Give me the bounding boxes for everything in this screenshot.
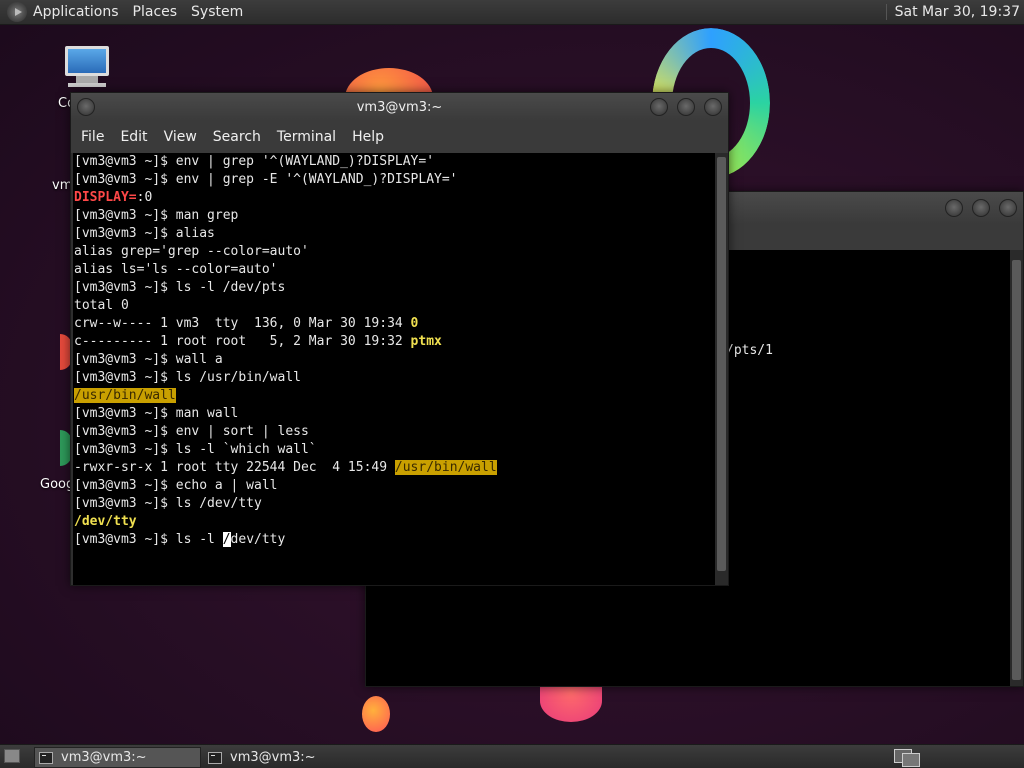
terminal-line: [vm3@vm3 ~]$ ls -l `which wall` bbox=[74, 441, 715, 459]
workspace-switcher[interactable] bbox=[894, 747, 926, 767]
terminal-line: -rwxr-sr-x 1 root tty 22544 Dec 4 15:49 … bbox=[74, 459, 715, 477]
terminal-line: [vm3@vm3 ~]$ wall a bbox=[74, 351, 715, 369]
terminal-text: c--------- 1 root root 5, 2 Mar 30 19:32 bbox=[74, 334, 411, 349]
terminal-icon bbox=[39, 751, 53, 764]
terminal-text: [vm3@vm3 ~]$ ls -l `which wall` bbox=[74, 442, 317, 457]
terminal-text: total 0 bbox=[74, 298, 129, 313]
terminal-text: ptmx bbox=[410, 334, 442, 349]
terminal-line: alias grep='grep --color=auto' bbox=[74, 243, 715, 261]
terminal-text: [vm3@vm3 ~]$ env | sort | less bbox=[74, 424, 309, 439]
applications-menu[interactable]: Applications bbox=[33, 4, 119, 20]
close-button[interactable] bbox=[999, 199, 1017, 217]
terminal-text: -rwxr-sr-x 1 root tty 22544 Dec 4 15:49 bbox=[74, 460, 395, 475]
terminal-icon bbox=[208, 751, 222, 764]
main-terminal-window[interactable]: vm3@vm3:~ File Edit View Search Terminal… bbox=[70, 92, 729, 586]
terminal-line: alias ls='ls --color=auto' bbox=[74, 261, 715, 279]
terminal-text: [vm3@vm3 ~]$ echo a | wall bbox=[74, 478, 278, 493]
top-panel: Applications Places System Sat Mar 30, 1… bbox=[0, 0, 1024, 25]
terminal-output[interactable]: [vm3@vm3 ~]$ env | grep '^(WAYLAND_)?DIS… bbox=[73, 153, 715, 585]
menu-search[interactable]: Search bbox=[213, 129, 261, 145]
maximize-button[interactable] bbox=[972, 199, 990, 217]
terminal-line: crw--w---- 1 vm3 tty 136, 0 Mar 30 19:34… bbox=[74, 315, 715, 333]
terminal-menubar: File Edit View Search Terminal Help bbox=[71, 121, 728, 153]
terminal-text: dev/tty bbox=[230, 532, 286, 547]
taskbar-item-label: vm3@vm3:~ bbox=[61, 750, 147, 765]
terminal-line: /usr/bin/wall bbox=[74, 387, 715, 405]
bottom-panel: vm3@vm3:~ vm3@vm3:~ bbox=[0, 744, 1024, 768]
terminal-text: [vm3@vm3 ~]$ env | grep '^(WAYLAND_)?DIS… bbox=[74, 154, 435, 169]
terminal-line: [vm3@vm3 ~]$ echo a | wall bbox=[74, 477, 715, 495]
taskbar-item-terminal-1[interactable]: vm3@vm3:~ bbox=[34, 747, 201, 768]
terminal-text: /dev/tty bbox=[74, 514, 137, 529]
close-button[interactable] bbox=[704, 98, 722, 116]
menu-view[interactable]: View bbox=[164, 129, 197, 145]
terminal-text: [vm3@vm3 ~]$ man wall bbox=[74, 406, 239, 421]
terminal-line: [vm3@vm3 ~]$ ls -l /dev/pts bbox=[74, 279, 715, 297]
minimize-button[interactable] bbox=[945, 199, 963, 217]
terminal-scrollbar[interactable] bbox=[715, 153, 728, 585]
window-title: vm3@vm3:~ bbox=[356, 100, 443, 115]
terminal-text: crw--w---- 1 vm3 tty 136, 0 Mar 30 19:34 bbox=[74, 316, 411, 331]
terminal-text: 0 bbox=[410, 316, 419, 331]
terminal-text: [vm3@vm3 ~]$ ls -l bbox=[74, 532, 223, 547]
taskbar-item-label: vm3@vm3:~ bbox=[230, 750, 316, 765]
terminal-text: DISPLAY= bbox=[74, 190, 137, 205]
scrollbar-thumb[interactable] bbox=[717, 157, 726, 571]
terminal-text: [vm3@vm3 ~]$ env | grep -E '^(WAYLAND_)?… bbox=[74, 172, 458, 187]
terminal-line: [vm3@vm3 ~]$ env | sort | less bbox=[74, 423, 715, 441]
main-window-titlebar[interactable]: vm3@vm3:~ bbox=[71, 93, 728, 121]
computer-desktop-icon[interactable] bbox=[62, 46, 112, 88]
terminal-text: [vm3@vm3 ~]$ ls /dev/tty bbox=[74, 496, 262, 511]
scrollbar-thumb[interactable] bbox=[1012, 260, 1021, 680]
terminal-line: [vm3@vm3 ~]$ ls /dev/tty bbox=[74, 495, 715, 513]
terminal-line: /pts/1 bbox=[726, 343, 773, 358]
terminal-line: [vm3@vm3 ~]$ ls /usr/bin/wall bbox=[74, 369, 715, 387]
terminal-line: c--------- 1 root root 5, 2 Mar 30 19:32… bbox=[74, 333, 715, 351]
distro-logo-icon[interactable] bbox=[7, 2, 27, 22]
terminal-text: :0 bbox=[136, 190, 153, 205]
maximize-button[interactable] bbox=[677, 98, 695, 116]
terminal-line: [vm3@vm3 ~]$ alias bbox=[74, 225, 715, 243]
terminal-line: [vm3@vm3 ~]$ ls -l /dev/tty bbox=[74, 531, 715, 549]
places-menu[interactable]: Places bbox=[133, 4, 178, 20]
terminal-text: [vm3@vm3 ~]$ wall a bbox=[74, 352, 223, 367]
text-cursor: / bbox=[222, 532, 231, 547]
terminal-line: [vm3@vm3 ~]$ env | grep -E '^(WAYLAND_)?… bbox=[74, 171, 715, 189]
minimize-button[interactable] bbox=[650, 98, 668, 116]
terminal-text: [vm3@vm3 ~]$ man grep bbox=[74, 208, 239, 223]
menu-edit[interactable]: Edit bbox=[120, 129, 147, 145]
terminal-text: [vm3@vm3 ~]$ ls -l /dev/pts bbox=[74, 280, 286, 295]
terminal-text: [vm3@vm3 ~]$ alias bbox=[74, 226, 215, 241]
terminal-text: /usr/bin/wall bbox=[74, 388, 176, 403]
terminal-line: DISPLAY=:0 bbox=[74, 189, 715, 207]
back-terminal-scrollbar[interactable] bbox=[1010, 250, 1023, 686]
menu-terminal[interactable]: Terminal bbox=[277, 129, 336, 145]
menu-help[interactable]: Help bbox=[352, 129, 384, 145]
terminal-line: [vm3@vm3 ~]$ env | grep '^(WAYLAND_)?DIS… bbox=[74, 153, 715, 171]
terminal-text: /usr/bin/wall bbox=[394, 460, 497, 475]
terminal-line: /dev/tty bbox=[74, 513, 715, 531]
panel-clock[interactable]: Sat Mar 30, 19:37 bbox=[885, 4, 1020, 20]
terminal-text: [vm3@vm3 ~]$ ls /usr/bin/wall bbox=[74, 370, 301, 385]
wallpaper-blob-small bbox=[362, 696, 390, 732]
terminal-line: [vm3@vm3 ~]$ man wall bbox=[74, 405, 715, 423]
menu-file[interactable]: File bbox=[81, 129, 104, 145]
terminal-text: alias ls='ls --color=auto' bbox=[74, 262, 278, 277]
taskbar-item-terminal-2[interactable]: vm3@vm3:~ bbox=[204, 747, 374, 768]
terminal-line: total 0 bbox=[74, 297, 715, 315]
show-desktop-icon[interactable] bbox=[4, 749, 20, 763]
system-menu[interactable]: System bbox=[191, 4, 243, 20]
terminal-line: [vm3@vm3 ~]$ man grep bbox=[74, 207, 715, 225]
terminal-text: alias grep='grep --color=auto' bbox=[74, 244, 309, 259]
